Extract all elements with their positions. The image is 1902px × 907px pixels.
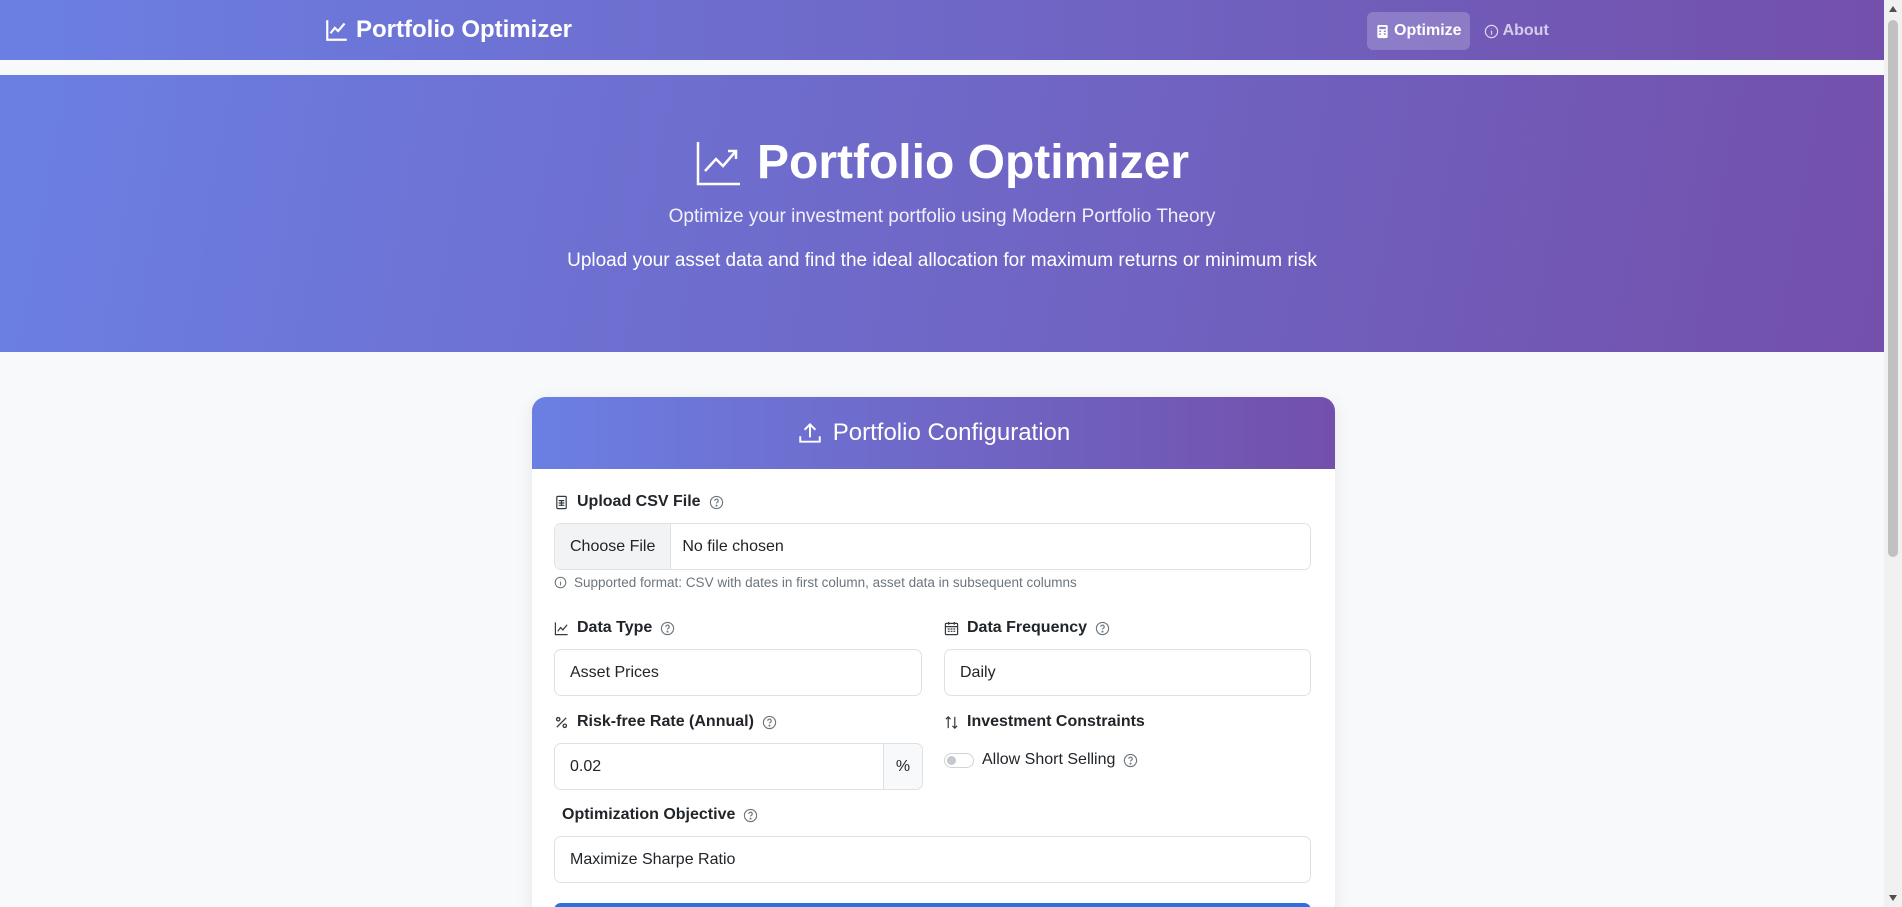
- calendar-icon: [944, 621, 959, 635]
- nav-optimize[interactable]: Optimize: [1367, 12, 1470, 50]
- risk-free-label-text: Risk-free Rate (Annual): [577, 713, 754, 730]
- graph-up-icon: [696, 141, 740, 185]
- scroll-down-arrow[interactable]: [1889, 895, 1897, 901]
- navbar: Portfolio Optimizer Optimize About: [0, 0, 1884, 60]
- brand-link[interactable]: Portfolio Optimizer: [324, 15, 572, 45]
- hero-subtitle: Optimize your investment portfolio using…: [668, 206, 1216, 227]
- hero-description: Upload your asset data and find the idea…: [567, 250, 1317, 271]
- data-frequency-value: Daily: [960, 663, 996, 681]
- constraints-label-text: Investment Constraints: [967, 713, 1145, 730]
- percent-icon: [555, 716, 568, 728]
- chart-line-icon: [326, 20, 347, 41]
- config-title: Portfolio Configuration: [832, 419, 1071, 446]
- choose-file-button[interactable]: Choose File: [555, 524, 672, 569]
- arrows-up-down-icon: [945, 715, 958, 729]
- nav-links: Optimize About: [1367, 12, 1557, 50]
- question-circle-icon[interactable]: [1123, 753, 1138, 768]
- hero-title-text: Portfolio Optimizer: [757, 136, 1189, 189]
- scrollbar[interactable]: [1884, 0, 1902, 907]
- short-selling-switch[interactable]: [944, 752, 974, 768]
- data-type-label-text: Data Type: [577, 619, 653, 636]
- risk-free-input[interactable]: 0.02: [554, 743, 884, 790]
- question-circle-icon[interactable]: [1095, 621, 1110, 636]
- file-status: No file chosen: [682, 537, 784, 555]
- info-circle-icon: [554, 576, 567, 589]
- hero: Portfolio Optimizer Optimize your invest…: [0, 75, 1884, 352]
- upload-label-text: Upload CSV File: [577, 493, 701, 510]
- nav-about-label: About: [1502, 22, 1549, 39]
- scroll-thumb[interactable]: [1888, 20, 1898, 557]
- objective-select[interactable]: Maximize Sharpe Ratio: [554, 836, 1311, 883]
- nav-gap: [0, 60, 1884, 75]
- submit-button[interactable]: [554, 903, 1311, 907]
- scroll-up-arrow[interactable]: [1889, 6, 1897, 12]
- hero-title: Portfolio Optimizer: [0, 135, 1884, 190]
- upload-label: Upload CSV File: [554, 493, 724, 511]
- objective-value: Maximize Sharpe Ratio: [570, 850, 736, 868]
- short-selling-row: Allow Short Selling: [944, 751, 1138, 769]
- risk-free-label: Risk-free Rate (Annual): [554, 713, 777, 731]
- nav-optimize-label: Optimize: [1394, 22, 1462, 39]
- question-circle-icon[interactable]: [762, 715, 777, 730]
- upload-icon: [799, 422, 821, 443]
- short-selling-label: Allow Short Selling: [982, 751, 1116, 768]
- question-circle-icon[interactable]: [743, 808, 758, 823]
- chart-line-icon: [554, 621, 568, 635]
- data-frequency-label-text: Data Frequency: [967, 619, 1088, 636]
- percent-addon: %: [884, 743, 923, 790]
- config-card: Portfolio Configuration Upload CSV File …: [532, 397, 1335, 907]
- config-card-header: Portfolio Configuration: [532, 397, 1335, 469]
- constraints-label: Investment Constraints: [944, 713, 1145, 731]
- question-circle-icon[interactable]: [660, 621, 675, 636]
- data-frequency-label: Data Frequency: [944, 619, 1110, 637]
- file-input[interactable]: Choose File No file chosen: [554, 523, 1311, 570]
- info-circle-icon: [1484, 24, 1498, 38]
- objective-label: Optimization Objective: [562, 806, 758, 824]
- calculator-icon: [1377, 24, 1388, 38]
- data-type-select[interactable]: Asset Prices: [554, 649, 922, 696]
- nav-about[interactable]: About: [1476, 12, 1557, 50]
- data-type-label: Data Type: [554, 619, 675, 637]
- brand-text: Portfolio Optimizer: [356, 16, 572, 43]
- question-circle-icon[interactable]: [709, 495, 724, 510]
- file-spreadsheet-icon: [556, 495, 567, 509]
- upload-hint: Supported format: CSV with dates in firs…: [554, 575, 1077, 590]
- risk-free-value: 0.02: [570, 757, 602, 775]
- upload-hint-text: Supported format: CSV with dates in firs…: [574, 575, 1077, 590]
- data-type-value: Asset Prices: [570, 663, 659, 681]
- data-frequency-select[interactable]: Daily: [944, 649, 1311, 696]
- objective-label-text: Optimization Objective: [562, 806, 736, 823]
